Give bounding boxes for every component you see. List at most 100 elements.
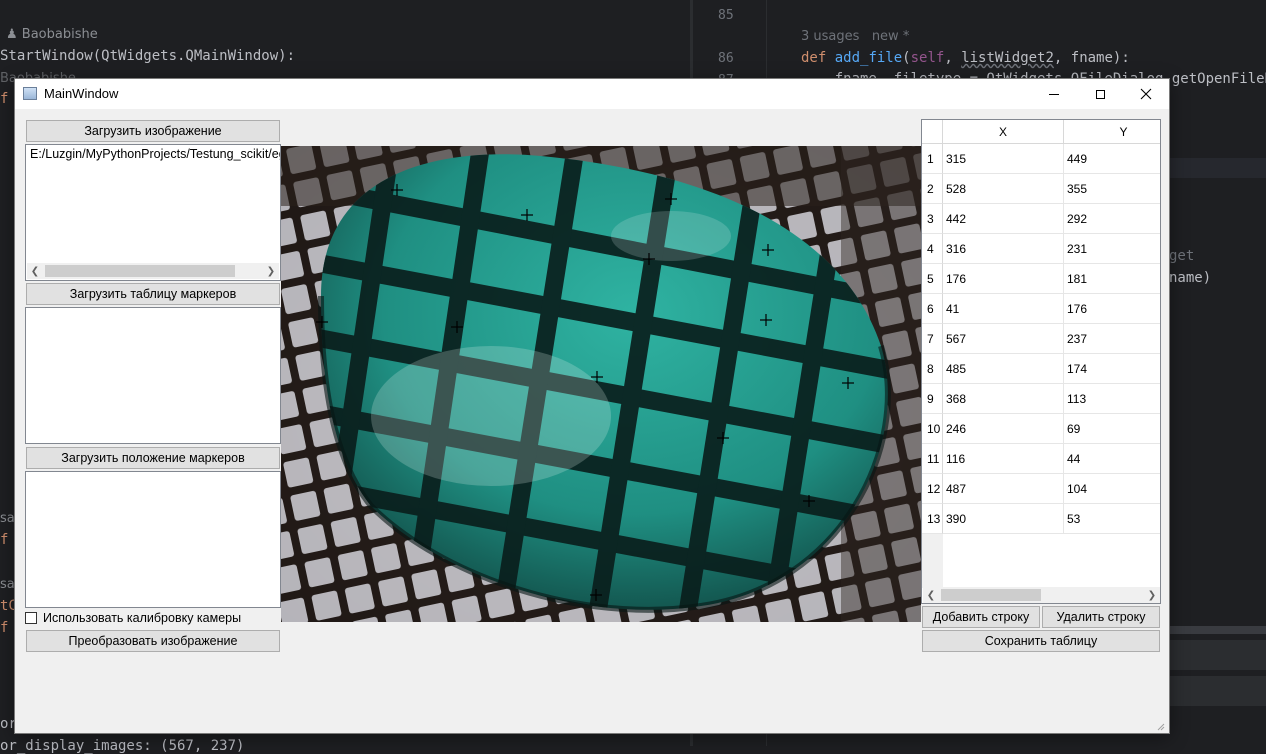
minimize-icon xyxy=(1049,93,1059,95)
size-grip-icon[interactable] xyxy=(1155,721,1165,731)
transform-image-button[interactable]: Преобразовать изображение xyxy=(26,630,280,652)
cell-y[interactable]: 113 xyxy=(1064,384,1160,414)
cell-x[interactable]: 528 xyxy=(943,174,1064,204)
row-header[interactable]: 7 xyxy=(922,324,943,354)
cell-x[interactable]: 487 xyxy=(943,474,1064,504)
column-header-x[interactable]: X xyxy=(943,120,1064,144)
row-header-empty xyxy=(922,534,943,588)
file-list[interactable]: E:/Luzgin/MyPythonProjects/Testung_sciki… xyxy=(25,144,281,281)
paren: ( xyxy=(902,50,911,66)
cell-x[interactable]: 316 xyxy=(943,234,1064,264)
close-icon xyxy=(1140,88,1152,100)
marker-crosshair xyxy=(521,209,533,221)
table-hscrollbar[interactable]: ❮ ❯ xyxy=(923,587,1160,603)
scroll-left-icon[interactable]: ❮ xyxy=(27,263,43,279)
cell-y[interactable]: 355 xyxy=(1064,174,1160,204)
cell-x[interactable]: 567 xyxy=(943,324,1064,354)
marker-crosshair xyxy=(842,377,854,389)
marker-crosshair xyxy=(316,316,328,328)
marker-positions-list[interactable] xyxy=(25,471,281,608)
title-bar[interactable]: MainWindow xyxy=(15,79,1169,109)
scroll-left-icon[interactable]: ❮ xyxy=(923,587,939,603)
usages-text: 3 usages xyxy=(801,29,860,44)
scroll-right-icon[interactable]: ❯ xyxy=(263,263,279,279)
image-view[interactable] xyxy=(281,146,921,622)
table-corner[interactable] xyxy=(922,120,943,144)
load-marker-table-button[interactable]: Загрузить таблицу маркеров xyxy=(26,283,280,305)
cell-y[interactable]: 69 xyxy=(1064,414,1160,444)
keyword-def: def xyxy=(801,50,827,66)
cell-y[interactable]: 53 xyxy=(1064,504,1160,534)
row-header[interactable]: 5 xyxy=(922,264,943,294)
cell-x[interactable]: 390 xyxy=(943,504,1064,534)
row-header[interactable]: 4 xyxy=(922,234,943,264)
marker-overlay xyxy=(316,184,854,601)
marker-crosshair xyxy=(665,193,677,205)
cell-x[interactable]: 315 xyxy=(943,144,1064,174)
use-calibration-checkbox-row[interactable]: Использовать калибровку камеры xyxy=(25,611,241,625)
marker-crosshair xyxy=(590,589,602,601)
marker-crosshair xyxy=(762,244,774,256)
row-header[interactable]: 9 xyxy=(922,384,943,414)
row-header[interactable]: 1 xyxy=(922,144,943,174)
marker-table-list[interactable] xyxy=(25,307,281,444)
cell-x[interactable]: 368 xyxy=(943,384,1064,414)
row-header[interactable]: 13 xyxy=(922,504,943,534)
maximize-button[interactable] xyxy=(1077,79,1123,109)
author-name: Baobabishe xyxy=(21,27,98,42)
cell-x[interactable]: 485 xyxy=(943,354,1064,384)
scroll-thumb[interactable] xyxy=(941,589,1041,601)
marker-crosshair xyxy=(643,253,655,265)
row-header[interactable]: 3 xyxy=(922,204,943,234)
close-button[interactable] xyxy=(1123,79,1169,109)
cell-y[interactable]: 237 xyxy=(1064,324,1160,354)
cell-y[interactable]: 292 xyxy=(1064,204,1160,234)
marker-crosshair xyxy=(760,314,772,326)
marker-crosshair xyxy=(391,184,403,196)
file-list-hscrollbar[interactable]: ❮ ❯ xyxy=(27,263,279,279)
file-path-item[interactable]: E:/Luzgin/MyPythonProjects/Testung_sciki… xyxy=(30,147,280,161)
central-widget: Загрузить изображение E:/Luzgin/MyPython… xyxy=(15,109,1169,733)
cell-y[interactable]: 174 xyxy=(1064,354,1160,384)
cell-x[interactable]: 41 xyxy=(943,294,1064,324)
cell-y[interactable]: 176 xyxy=(1064,294,1160,324)
comma: , xyxy=(944,50,962,66)
delete-row-button[interactable]: Удалить строку xyxy=(1042,606,1160,628)
cell-y[interactable]: 449 xyxy=(1064,144,1160,174)
code-def-line: def add_file(self, listWidget2, fname): xyxy=(801,50,1130,66)
param-rest: , fname): xyxy=(1053,50,1130,66)
row-header[interactable]: 8 xyxy=(922,354,943,384)
cell-y[interactable]: 44 xyxy=(1064,444,1160,474)
console-output-line: or_display_images: (567, 237) xyxy=(0,738,245,754)
row-header[interactable]: 11 xyxy=(922,444,943,474)
coordinates-table[interactable]: X Y 1 315 449 2 528 355 3 442 292 4 316 231 5 176 181 6… xyxy=(921,119,1161,604)
scroll-thumb[interactable] xyxy=(45,265,235,277)
marker-crosshair xyxy=(803,495,815,507)
row-header[interactable]: 12 xyxy=(922,474,943,504)
row-header[interactable]: 6 xyxy=(922,294,943,324)
load-marker-positions-button[interactable]: Загрузить положение маркеров xyxy=(26,447,280,469)
app-icon xyxy=(23,87,37,100)
cell-x[interactable]: 176 xyxy=(943,264,1064,294)
cell-x[interactable]: 442 xyxy=(943,204,1064,234)
cell-y[interactable]: 231 xyxy=(1064,234,1160,264)
code-fragment: f xyxy=(0,91,9,107)
scroll-right-icon[interactable]: ❯ xyxy=(1144,587,1160,603)
cell-y[interactable]: 104 xyxy=(1064,474,1160,504)
row-header[interactable]: 2 xyxy=(922,174,943,204)
minimize-button[interactable] xyxy=(1031,79,1077,109)
load-image-button[interactable]: Загрузить изображение xyxy=(26,120,280,142)
cell-x[interactable]: 246 xyxy=(943,414,1064,444)
add-row-button[interactable]: Добавить строку xyxy=(922,606,1040,628)
code-class-line: StartWindow(QtWidgets.QMainWindow): xyxy=(0,48,296,64)
save-table-button[interactable]: Сохранить таблицу xyxy=(922,630,1160,652)
cell-y[interactable]: 181 xyxy=(1064,264,1160,294)
function-name: add_file xyxy=(834,50,903,66)
ide-panel xyxy=(1169,640,1266,670)
column-header-y[interactable]: Y xyxy=(1064,120,1160,144)
use-calibration-label[interactable]: Использовать калибровку камеры xyxy=(43,611,241,625)
ide-scrollbar xyxy=(1169,626,1266,634)
use-calibration-checkbox[interactable] xyxy=(25,612,37,624)
row-header[interactable]: 10 xyxy=(922,414,943,444)
cell-x[interactable]: 116 xyxy=(943,444,1064,474)
